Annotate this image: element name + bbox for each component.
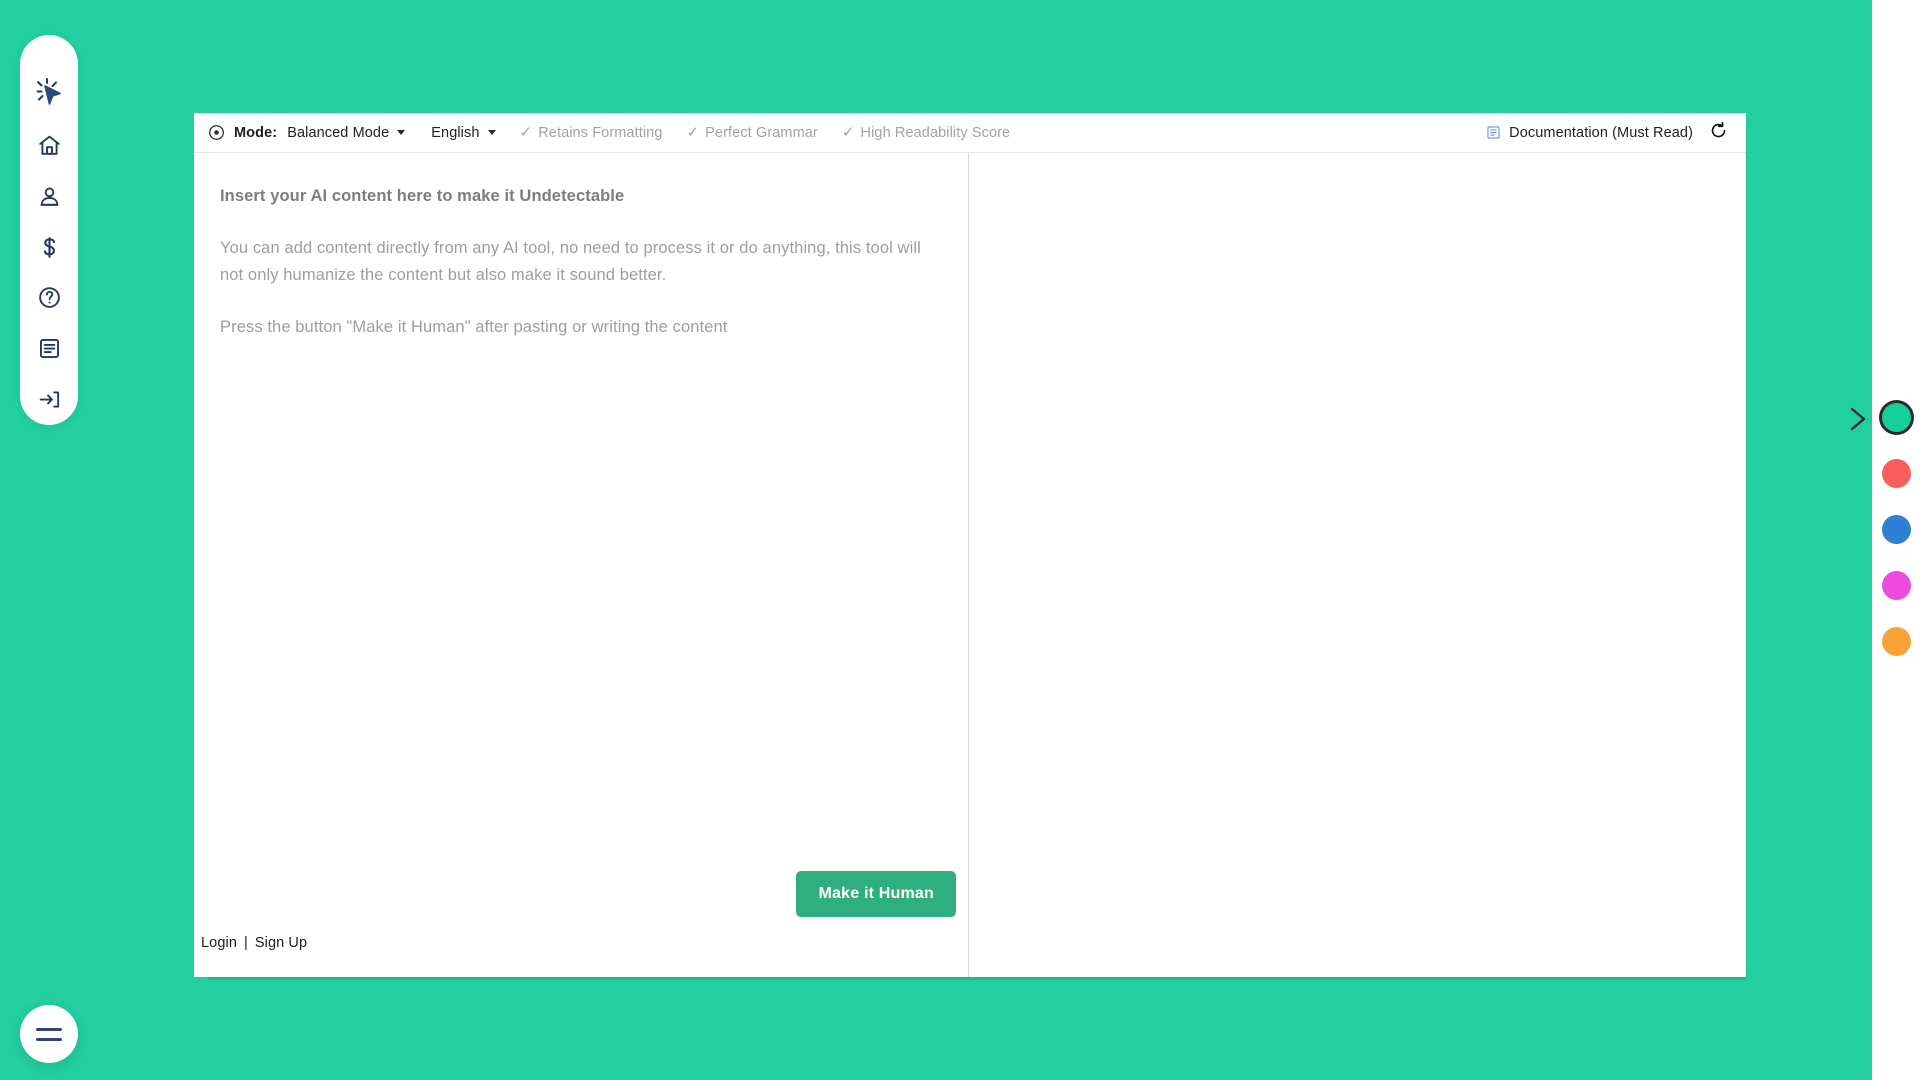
input-placeholder-paragraph-2: Press the button "Make it Human" after p…: [220, 318, 728, 337]
document-blue-icon: [1486, 125, 1501, 140]
sidebar-item-help[interactable]: [20, 272, 78, 323]
target-icon: [208, 124, 225, 141]
input-placeholder-paragraph-1: You can add content directly from any AI…: [220, 239, 921, 284]
hamburger-icon: [36, 1027, 62, 1041]
language-dropdown[interactable]: English: [431, 124, 496, 141]
input-footer: Make it Human Login | Sign Up: [194, 867, 968, 977]
sidebar-item-pricing[interactable]: [20, 222, 78, 273]
toolbar-right-group: Documentation (Must Read): [1486, 121, 1728, 144]
output-pane[interactable]: [969, 153, 1746, 977]
mode-value: Balanced Mode: [287, 124, 390, 141]
mode-dropdown[interactable]: Balanced Mode: [287, 124, 406, 141]
feature-label: Perfect Grammar: [705, 124, 818, 141]
check-icon: ✓: [686, 124, 700, 141]
login-link[interactable]: Login: [201, 935, 237, 951]
color-swatch-red[interactable]: [1881, 459, 1911, 488]
color-swatch-magenta[interactable]: [1881, 571, 1911, 600]
toolbar: Mode: Balanced Mode English ✓ Retains Fo…: [194, 113, 1746, 153]
language-value: English: [431, 124, 480, 141]
chevron-down-icon: [487, 130, 496, 135]
dollar-icon: [37, 235, 62, 260]
make-it-human-button[interactable]: Make it Human: [796, 871, 956, 917]
toolbar-left-group: Mode: Balanced Mode English ✓ Retains Fo…: [208, 124, 1486, 141]
color-swatch-orange[interactable]: [1881, 627, 1911, 656]
app-logo[interactable]: [20, 61, 78, 120]
home-icon: [37, 133, 62, 158]
color-swatch-blue[interactable]: [1881, 515, 1911, 544]
check-icon: ✓: [519, 124, 533, 141]
feature-perfect-grammar: ✓ Perfect Grammar: [687, 125, 818, 141]
sidebar-item-login[interactable]: [20, 374, 78, 425]
refresh-button[interactable]: [1709, 121, 1728, 144]
refresh-icon: [1709, 121, 1728, 144]
sidebar-item-home[interactable]: [20, 120, 78, 171]
question-circle-icon: [37, 285, 62, 310]
feature-high-readability-score: ✓ High Readability Score: [842, 125, 1010, 141]
mode-label: Mode:: [234, 124, 278, 141]
color-rail: [1872, 0, 1920, 1080]
left-sidebar: [20, 35, 78, 425]
app-window: Mode: Balanced Mode English ✓ Retains Fo…: [194, 113, 1746, 977]
documentation-label: Documentation (Must Read): [1509, 124, 1693, 141]
feature-label: Retains Formatting: [538, 124, 663, 141]
color-rail-toggle[interactable]: [1848, 406, 1872, 432]
input-pane[interactable]: Insert your AI content here to make it U…: [194, 153, 969, 977]
input-placeholder-heading: Insert your AI content here to make it U…: [220, 187, 625, 205]
documentation-link[interactable]: Documentation (Must Read): [1486, 125, 1693, 141]
feature-label: High Readability Score: [860, 124, 1011, 141]
sidebar-item-documentation[interactable]: [20, 323, 78, 374]
auth-separator: |: [243, 935, 248, 951]
feature-retains-formatting: ✓ Retains Formatting: [520, 125, 663, 141]
document-icon: [37, 336, 62, 361]
color-swatch-list: [1872, 0, 1920, 1080]
color-swatch-green[interactable]: [1881, 403, 1911, 432]
user-icon: [37, 184, 62, 209]
signup-link[interactable]: Sign Up: [255, 935, 307, 951]
auth-links: Login | Sign Up: [201, 935, 307, 951]
cursor-click-icon: [32, 76, 66, 110]
chevron-right-icon: [1848, 406, 1872, 432]
sidebar-item-account[interactable]: [20, 171, 78, 222]
editor-panes: Insert your AI content here to make it U…: [194, 153, 1746, 977]
sidebar-menu-button[interactable]: [20, 1005, 78, 1063]
chevron-down-icon: [397, 130, 406, 135]
check-icon: ✓: [841, 124, 855, 141]
login-arrow-icon: [37, 387, 62, 412]
